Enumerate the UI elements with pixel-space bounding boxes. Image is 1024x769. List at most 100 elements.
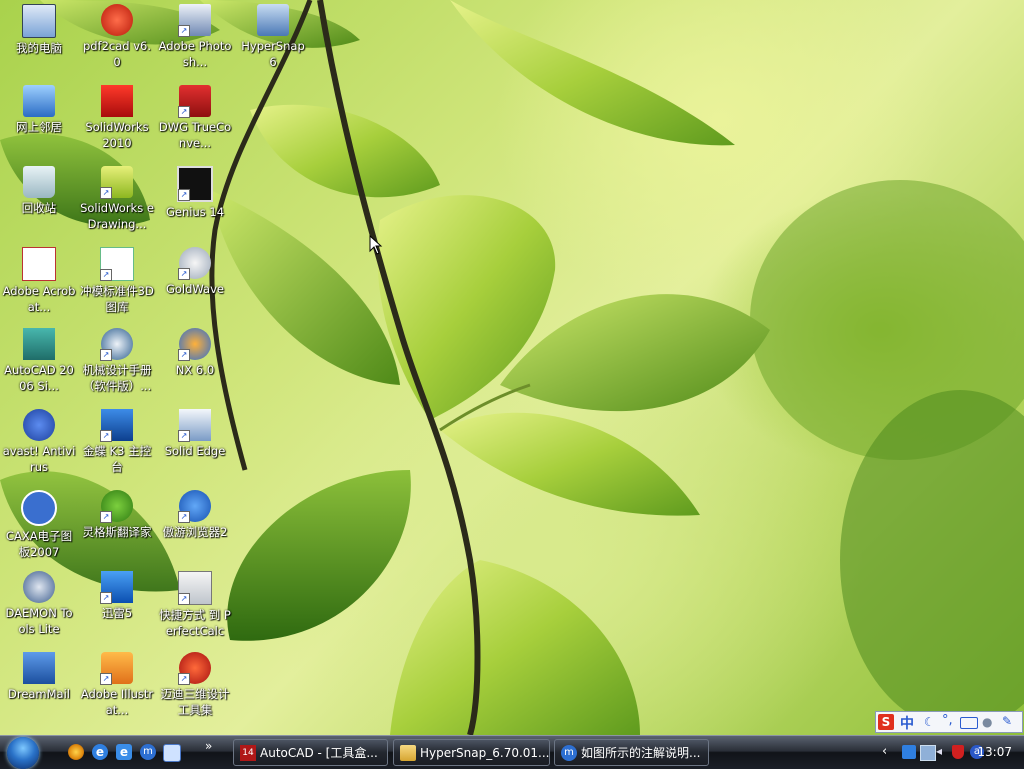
shortcut-arrow-icon: ↗ (100, 269, 112, 281)
shortcut-arrow-icon: ↗ (178, 189, 190, 201)
calculator-icon: ↗ (178, 571, 212, 605)
media-player-icon[interactable] (68, 744, 84, 760)
illustrator-icon: ↗ (100, 652, 133, 685)
desktop-icon-recycle-bin[interactable]: 回收站 (0, 166, 78, 216)
ime-mode-toggle[interactable]: 中 (900, 713, 914, 733)
desktop-icon-avast[interactable]: avast! Antivirus (0, 409, 78, 475)
maxthon-small-icon[interactable]: m (140, 744, 156, 760)
desktop-icon-label: 灵格斯翻译家 (82, 525, 152, 539)
ie-icon[interactable]: e (92, 744, 108, 760)
desktop-icon-dwg-trueconvert[interactable]: ↗ DWG TrueConve... (156, 85, 234, 151)
punch-library-icon: ↗ (100, 247, 134, 281)
desktop-icon-adobe-photoshop[interactable]: ↗ Adobe Photosh... (156, 4, 234, 70)
desktop-icon-daemon-tools[interactable]: DAEMON Tools Lite (0, 571, 78, 637)
user-icon[interactable]: ● (982, 715, 992, 729)
sound-tray-icon[interactable]: ◂ (936, 744, 942, 758)
desktop-icon-label: HyperSnap 6 (241, 39, 305, 69)
photoshop-icon: ↗ (178, 4, 211, 37)
computer-icon (22, 4, 56, 38)
desktop-icon-network-places[interactable]: 网上邻居 (0, 85, 78, 135)
hypersnap-icon (257, 4, 289, 36)
thunder-icon: ↗ (100, 571, 133, 604)
windows-orb-icon (7, 737, 39, 769)
pdf2cad-icon (101, 4, 133, 36)
desktop-icon-label: DAEMON Tools Lite (5, 606, 73, 636)
shortcut-arrow-icon: ↗ (100, 511, 112, 523)
desktop-icon-label: avast! Antivirus (2, 444, 76, 474)
desktop-icon-adobe-acrobat[interactable]: Adobe Acrobat... (0, 247, 78, 315)
nx-icon: ↗ (178, 328, 211, 361)
kingdee-icon: ↗ (100, 409, 133, 442)
network-icon (23, 85, 55, 117)
desktop-icon-label: GoldWave (165, 282, 224, 296)
genius-icon: ↗ (177, 166, 213, 202)
ie-tray-icon[interactable] (902, 745, 916, 759)
moon-icon[interactable]: ☾ (924, 715, 935, 729)
show-desktop-icon[interactable] (163, 744, 181, 762)
desktop-icon-nx6[interactable]: ↗ NX 6.0 (156, 328, 234, 378)
desktop-icon-label: AutoCAD 2006 Si... (4, 363, 74, 393)
desktop-icon-label: pdf2cad v6.0 (82, 39, 152, 69)
wrench-icon[interactable]: ✎ (1002, 714, 1012, 728)
desktop-icon-label: 我的电脑 (16, 41, 62, 55)
shortcut-arrow-icon: ↗ (178, 25, 190, 37)
desktop-icon-lingoes[interactable]: ↗ 灵格斯翻译家 (78, 490, 156, 540)
desktop-icon-perfectcalc[interactable]: ↗ 快捷方式 到 PerfectCalc (156, 571, 234, 639)
desktop-icon-label: CAXA电子图板2007 (5, 529, 73, 559)
punctuation-icon[interactable]: °, (942, 713, 953, 728)
desktop-icon-thunder5[interactable]: ↗ 迅雷5 (78, 571, 156, 621)
ie-alt-icon[interactable]: e (116, 744, 132, 760)
desktop-icon-kingdee-k3[interactable]: ↗ 金蝶 K3 主控台 (78, 409, 156, 475)
desktop-icon-label: DWG TrueConve... (158, 120, 232, 150)
desktop-icon-genius14[interactable]: ↗ Genius 14 (156, 166, 234, 220)
desktop-icon-my-computer[interactable]: 我的电脑 (0, 4, 78, 56)
chevron-left-icon[interactable]: ‹ (882, 744, 887, 759)
shortcut-arrow-icon: ↗ (100, 592, 112, 604)
desktop-icon-label: Solid Edge (164, 444, 226, 458)
sogou-logo[interactable]: S (878, 714, 894, 730)
start-button[interactable] (3, 736, 45, 769)
dreammail-icon (23, 652, 55, 684)
desktop-icon-label: 机械设计手册（软件版）... (82, 363, 152, 393)
shortcut-arrow-icon: ↗ (178, 593, 190, 605)
desktop-icon-mech-design[interactable]: ↗ 机械设计手册（软件版）... (78, 328, 156, 394)
desktop-icon-maxthon2[interactable]: ↗ 傲游浏览器2 (156, 490, 234, 540)
clock[interactable]: 13:07 (977, 736, 1012, 769)
desktop-icon-hypersnap6[interactable]: HyperSnap 6 (234, 4, 312, 70)
desktop-icon-punch-parts[interactable]: ↗ 冲模标准件3D图库 (78, 247, 156, 315)
avast-icon (23, 409, 55, 441)
desktop-icon-dreammail[interactable]: DreamMail (0, 652, 78, 702)
desktop-icon-label: 金蝶 K3 主控台 (82, 444, 152, 474)
task-button-maxthon[interactable]: m 如图所示的注解说明... (554, 739, 709, 766)
desktop-icon-solid-edge[interactable]: ↗ Solid Edge (156, 409, 234, 459)
desktop-icon-label: 冲模标准件3D图库 (80, 284, 154, 314)
desktop-icon-autocad-2006[interactable]: AutoCAD 2006 Si... (0, 328, 78, 394)
desktop-icon-label: Genius 14 (165, 205, 225, 219)
maidi-icon: ↗ (178, 652, 211, 685)
desktop-icon-label: DreamMail (7, 687, 70, 701)
autocad-icon (23, 328, 55, 360)
desktop-icon-solidworks-2010[interactable]: SolidWorks 2010 (78, 85, 156, 151)
desktop-icon-caxa[interactable]: CAXA电子图板2007 (0, 490, 78, 560)
desktop-icon-label: 傲游浏览器2 (162, 525, 228, 539)
security-tray-icon[interactable] (952, 745, 964, 759)
shortcut-arrow-icon: ↗ (178, 430, 190, 442)
desktop-icon-pdf2cad[interactable]: pdf2cad v6.0 (78, 4, 156, 70)
desktop-icon-maidi-tools[interactable]: ↗ 迈迪三维设计工具集 (156, 652, 234, 718)
autocad-task-icon: 14 (240, 745, 256, 761)
desktop[interactable]: 我的电脑网上邻居回收站 Adobe Acrobat... AutoCAD 2006 … (0, 0, 1024, 735)
task-button-autocad[interactable]: 14 AutoCAD - [工具盒... (233, 739, 388, 766)
desktop-icon-adobe-illustrator[interactable]: ↗ Adobe Illustrat... (78, 652, 156, 718)
keyboard-icon[interactable] (960, 717, 978, 729)
quick-launch-overflow[interactable]: » (205, 739, 212, 753)
network-tray-icon[interactable] (920, 745, 936, 761)
shortcut-arrow-icon: ↗ (178, 268, 190, 280)
daemon-tools-icon (23, 571, 55, 603)
desktop-icon-goldwave[interactable]: ↗ GoldWave (156, 247, 234, 297)
ime-toolbar[interactable]: S 中 ☾ °, ● ✎ (875, 711, 1023, 733)
desktop-icon-solidworks-edrawings[interactable]: ↗ SolidWorks eDrawing... (78, 166, 156, 232)
task-button-hypersnap-folder[interactable]: HyperSnap_6.70.01... (393, 739, 550, 766)
desktop-icon-label: Adobe Acrobat... (2, 284, 76, 314)
shortcut-arrow-icon: ↗ (178, 511, 190, 523)
folder-icon (400, 745, 416, 761)
